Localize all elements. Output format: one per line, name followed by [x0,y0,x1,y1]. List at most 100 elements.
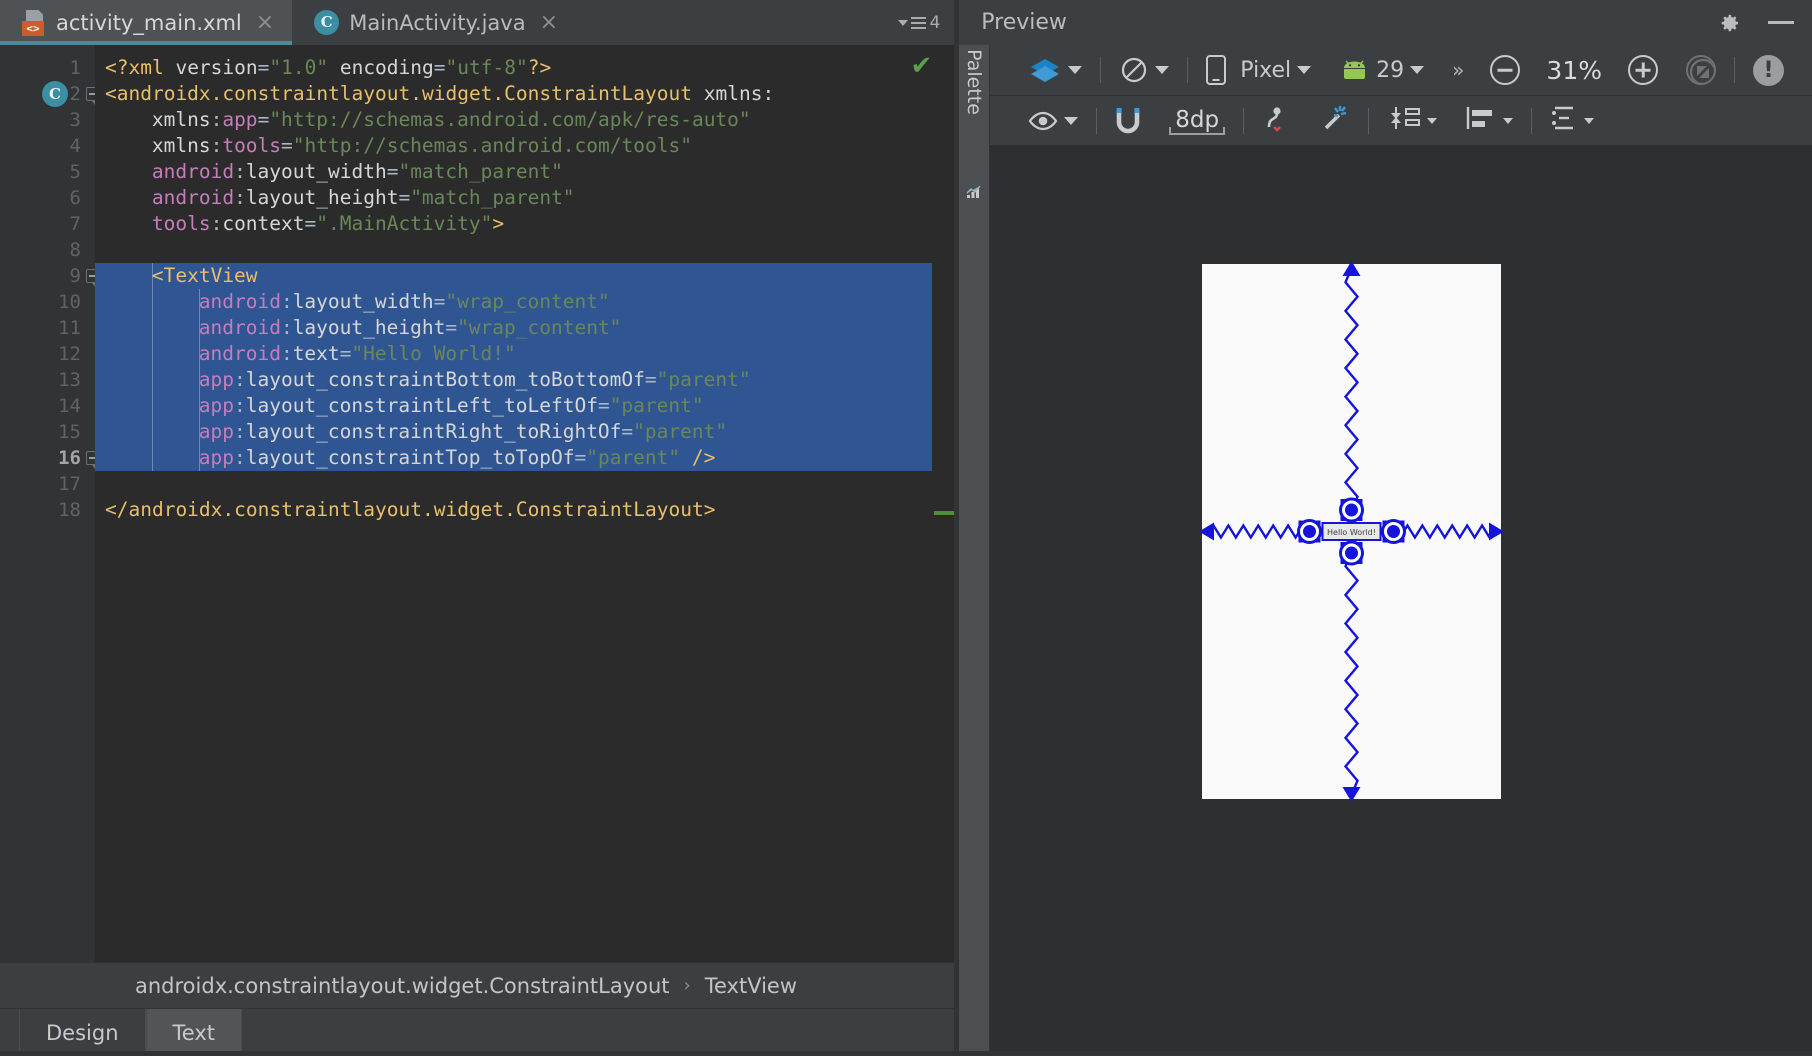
pack-dropdown[interactable] [1373,103,1451,139]
code-line[interactable]: </androidx.constraintlayout.widget.Const… [95,497,954,523]
minimize-icon[interactable] [1768,21,1794,24]
api-level-dropdown[interactable]: 29 [1325,52,1438,88]
arrow-bottom [1342,787,1361,802]
code-token: text [292,342,340,365]
toolbar-overflow-button[interactable]: » [1438,52,1476,88]
editor-marker-gutter[interactable] [932,45,955,962]
design-surface: Pixel 29 » 31% ! 8dp Hello World! [990,45,1812,1056]
editor-tab-main-activity-java[interactable]: C MainActivity.java × [292,0,576,45]
autoconnect-toggle[interactable] [1101,103,1155,139]
anchor-top[interactable] [1345,503,1359,517]
code-token: : [233,394,246,417]
orientation-dropdown[interactable] [1105,52,1183,88]
code-token: "parent" [586,446,681,469]
editor-mode-tabs: Design Text [0,1008,955,1056]
anchor-right[interactable] [1387,525,1401,538]
code-token: > [492,212,505,235]
line-number: 15 [58,421,81,443]
toolbar-separator [1734,57,1735,83]
code-line[interactable]: <androidx.constraintlayout.widget.Constr… [95,81,954,107]
code-token: "http://schemas.android.com/apk/res-auto… [269,108,751,131]
arrow-top [1342,261,1361,276]
tab-list-dropdown[interactable]: 4 [898,0,954,45]
java-class-icon[interactable]: C [42,81,68,107]
constraint-top[interactable] [1344,267,1360,512]
zoom-level-label: 31% [1546,55,1602,85]
design-canvas[interactable]: Hello World! [990,145,1812,1056]
code-token: android [198,316,281,339]
align-dropdown[interactable] [1451,103,1527,139]
code-line[interactable] [95,471,954,497]
default-margin-field[interactable]: 8dp [1155,103,1239,139]
code-line[interactable]: android:layout_width="match_parent" [95,159,954,185]
zoom-in-button[interactable] [1614,52,1672,88]
code-token: : [233,446,246,469]
zoom-to-fit-button[interactable] [1672,52,1730,88]
design-toolbar-row-2: 8dp [990,95,1812,145]
code-token: : [210,108,223,131]
code-token: </androidx.constraintlayout.widget.Const… [105,498,716,521]
line-number: 5 [69,161,81,183]
code-editor[interactable]: 1 2 3 4 5 6 7 8 9 10 11 12 13 14 15 16 17 18 C ✔ <?xml ver… [0,45,955,962]
constraint-left[interactable] [1205,523,1312,540]
indent-guide [151,263,153,471]
code-line[interactable]: app:layout_constraintBottom_toBottomOf="… [95,367,954,393]
code-line[interactable]: <?xml version="1.0" encoding="utf-8"?> [95,55,954,81]
clear-constraints-button[interactable] [1248,103,1306,139]
constraint-overlay: Hello World! [1199,261,1505,802]
close-icon[interactable]: × [252,11,274,34]
design-mode-dropdown[interactable] [1014,52,1096,88]
tab-text[interactable]: Text [145,1009,242,1056]
close-icon[interactable]: × [536,11,558,34]
gear-icon[interactable] [1718,11,1742,35]
infer-constraints-button[interactable] [1306,103,1364,139]
view-options-dropdown[interactable] [1014,103,1092,139]
editor-tab-activity-main-xml[interactable]: <> activity_main.xml × [0,0,293,45]
code-text-area[interactable]: ✔ <?xml version="1.0" encoding="utf-8"?>… [95,45,955,962]
device-dropdown[interactable]: Pixel [1192,52,1325,88]
breadcrumb-root[interactable]: androidx.constraintlayout.widget.Constra… [135,974,670,998]
preview-pane: Preview Palette Pixel 29 » 31% ! 8dp Hel… [959,0,1812,1056]
code-line[interactable] [95,237,954,263]
zoom-out-button[interactable] [1476,52,1534,88]
constraint-right[interactable] [1392,523,1499,540]
issue-panel-button[interactable]: ! [1739,52,1798,88]
toolbar-separator [1243,107,1245,134]
code-line[interactable]: android:layout_width="wrap_content" [95,289,954,315]
code-line[interactable]: app:layout_constraintLeft_toLeftOf="pare… [95,393,954,419]
code-token: "wrap_content" [445,290,610,313]
palette-rail[interactable]: Palette [959,45,991,1056]
code-token: = [621,420,634,443]
chevron-down-icon [898,19,909,26]
constraint-bottom[interactable] [1344,551,1360,796]
code-line[interactable]: app:layout_constraintTop_toTopOf="parent… [95,445,954,471]
code-line[interactable]: android:layout_height="match_parent" [95,185,954,211]
breadcrumb-leaf[interactable]: TextView [705,974,797,998]
pack-icon [1387,104,1421,138]
line-number: 1 [69,57,81,79]
code-token: "1.0" [269,56,329,79]
code-line[interactable]: android:text="Hello World!" [95,341,954,367]
tab-design[interactable]: Design [19,1009,146,1056]
code-line[interactable]: xmlns:tools="http://schemas.android.com/… [95,133,954,159]
component-tree-icon[interactable] [965,181,984,200]
anchor-bottom[interactable] [1345,546,1359,560]
code-line[interactable]: app:layout_constraintRight_toRightOf="pa… [95,419,954,445]
code-line[interactable]: xmlns:app="http://schemas.android.com/ap… [95,107,954,133]
preview-body: Palette Pixel 29 » 31% ! 8dp Hello World… [959,45,1812,1056]
code-token: : [280,342,293,365]
code-token: app [198,420,234,443]
editor-tab-bar: <> activity_main.xml × C MainActivity.ja… [0,0,955,45]
code-token: <TextView [151,264,258,287]
code-line[interactable]: tools:context=".MainActivity"> [95,211,954,237]
code-token: xmlns [151,108,211,131]
code-token: context [222,212,305,235]
code-token: app [198,368,234,391]
anchor-left[interactable] [1303,525,1317,538]
guidelines-dropdown[interactable] [1536,103,1608,139]
magic-wand-icon [1320,103,1350,139]
code-line[interactable]: android:layout_height="wrap_content" [95,315,954,341]
code-token: layout_width [245,160,387,183]
code-line[interactable]: <TextView [95,263,954,289]
code-token: ".MainActivity" [316,212,493,235]
